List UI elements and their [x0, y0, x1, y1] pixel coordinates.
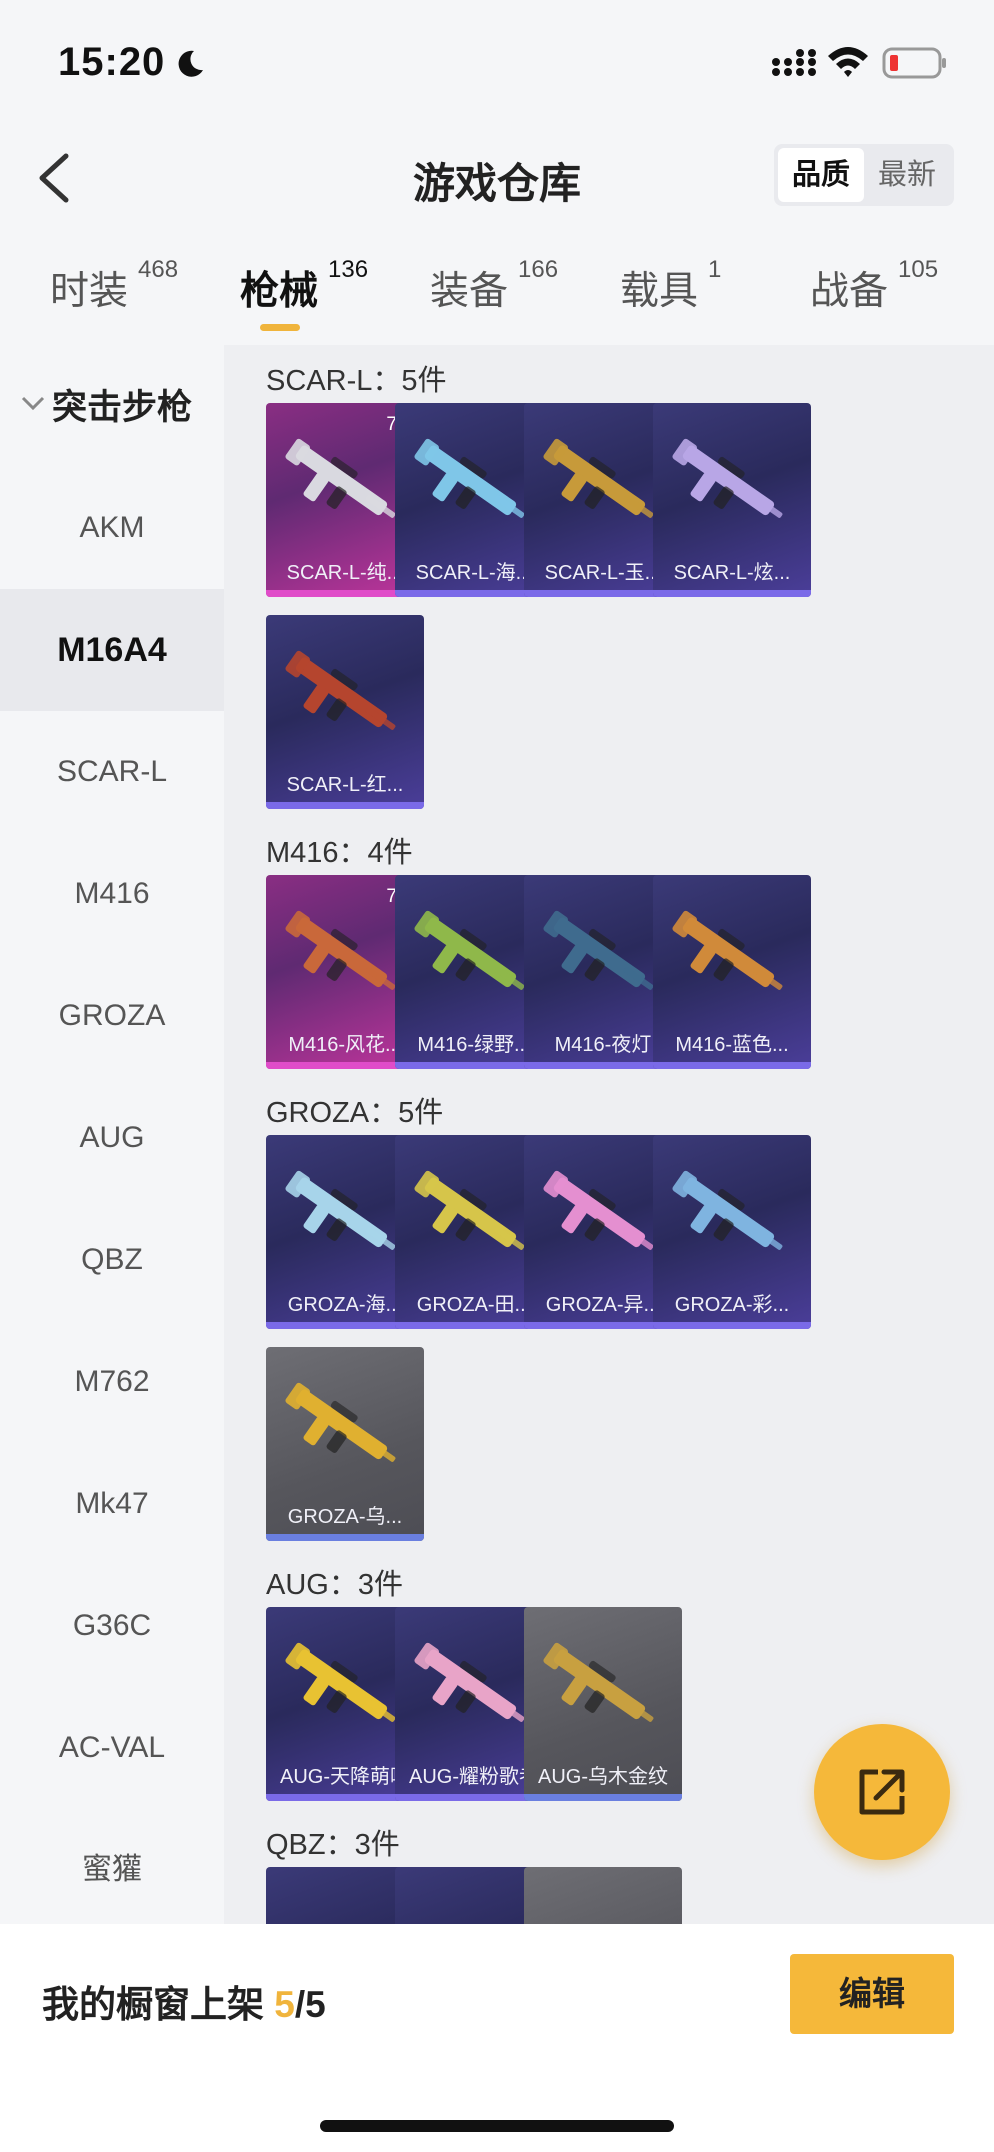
sidebar-item-qbz[interactable]: QBZ — [0, 1199, 224, 1321]
sidebar-item-m416[interactable]: M416 — [0, 833, 224, 955]
edit-button[interactable]: 编辑 — [790, 1954, 954, 2034]
sidebar-item-scar-l[interactable]: SCAR-L — [0, 711, 224, 833]
tab-count: 1 — [708, 256, 722, 283]
category-tabs: 时装 468 枪械 136 装备 166 载具 1 战备 105 — [0, 250, 994, 340]
showcase-bar: 我的橱窗上架 5/5 编辑 — [0, 1924, 994, 2152]
tab-fashion[interactable]: 时装 468 — [50, 256, 178, 330]
weapon-skin-image — [543, 910, 654, 990]
tab-vehicles[interactable]: 载具 1 — [620, 256, 721, 330]
sidebar-item-mk47[interactable]: Mk47 — [0, 1443, 224, 1565]
share-icon — [859, 1769, 905, 1815]
sidebar-item-g36c[interactable]: G36C — [0, 1565, 224, 1687]
skin-card[interactable]: GROZA-彩... — [653, 1135, 811, 1329]
weapon-skin-image — [285, 1170, 396, 1250]
status-bar: 15:20 — [0, 0, 994, 120]
weapon-skin-image — [543, 1170, 654, 1250]
quality-bar — [524, 1794, 682, 1801]
tab-label: 战备 — [810, 270, 889, 313]
skin-card[interactable]: SCAR-L-炫... — [653, 403, 811, 597]
quality-bar — [653, 1062, 811, 1069]
sidebar-item-aug[interactable]: AUG — [0, 1077, 224, 1199]
tab-count: 468 — [138, 256, 179, 283]
skin-card[interactable]: GROZA-乌... — [266, 1347, 424, 1541]
showcase-label: 我的橱窗上架 5/5 — [42, 1974, 326, 2028]
weapon-skin-image — [414, 910, 525, 990]
signal-icon — [772, 49, 816, 76]
tab-supplies[interactable]: 战备 105 — [810, 256, 938, 330]
group-title: AUG：3件 — [266, 1569, 403, 1601]
sort-toggle: 品质 最新 — [774, 144, 954, 206]
tab-count: 166 — [518, 256, 559, 283]
weapon-skin-image — [672, 1170, 783, 1250]
quality-bar — [266, 802, 424, 809]
weapon-skin-image — [285, 438, 396, 518]
showcase-current-count: 5 — [274, 1984, 295, 2025]
quality-bar — [266, 1534, 424, 1541]
skin-name: AUG-乌木金纹 — [538, 1766, 668, 1788]
tab-count: 105 — [898, 256, 939, 283]
skin-grid: SCAR-L：5件7级SCAR-L-纯...SCAR-L-海...SCAR-L-… — [224, 345, 994, 1925]
moon-icon — [178, 50, 203, 77]
share-button[interactable] — [814, 1724, 950, 1860]
group-title: QBZ：3件 — [266, 1829, 400, 1861]
weapon-skin-image — [414, 438, 525, 518]
skin-card[interactable]: M416-蓝色... — [653, 875, 811, 1069]
tab-label: 载具 — [620, 270, 699, 313]
showcase-label-text: 我的橱窗上架 — [42, 1984, 264, 2025]
wifi-icon — [828, 47, 868, 77]
weapon-skin-image — [285, 1642, 396, 1722]
weapon-skin-image — [285, 1382, 396, 1462]
skin-card[interactable]: SCAR-L-红... — [266, 615, 424, 809]
weapon-skin-image — [543, 1642, 654, 1722]
tab-equipment[interactable]: 装备 166 — [430, 256, 558, 330]
quality-bar — [653, 1322, 811, 1329]
page-header: 游戏仓库 品质 最新 — [0, 120, 994, 230]
tab-count: 136 — [328, 256, 369, 283]
group-title: SCAR-L：5件 — [266, 365, 447, 397]
skin-name: GROZA-彩... — [674, 1294, 790, 1316]
weapon-skin-image — [672, 910, 783, 990]
home-indicator[interactable] — [320, 2120, 674, 2132]
weapon-skin-image — [285, 650, 396, 730]
sidebar-item-groza[interactable]: GROZA — [0, 955, 224, 1077]
sidebar-category-label: 突击步枪 — [52, 388, 193, 427]
showcase-total-count: /5 — [294, 1984, 326, 2025]
tab-firearms[interactable]: 枪械 136 — [240, 256, 368, 330]
sidebar-item-m16a4[interactable]: M16A4 — [0, 589, 224, 711]
battery-icon — [882, 47, 946, 79]
tab-label: 枪械 — [240, 270, 319, 313]
skin-name: SCAR-L-红... — [286, 774, 404, 796]
sidebar-item-akm[interactable]: AKM — [0, 467, 224, 589]
tab-label: 时装 — [50, 270, 129, 313]
quality-bar — [653, 590, 811, 597]
sidebar-item-ac-val[interactable]: AC-VAL — [0, 1687, 224, 1809]
skin-name: M416-蓝色... — [675, 1034, 789, 1056]
sidebar-item-m762[interactable]: M762 — [0, 1321, 224, 1443]
skin-card[interactable]: AUG-乌木金纹 — [524, 1607, 682, 1801]
active-tab-underline — [260, 324, 300, 331]
tab-label: 装备 — [430, 270, 509, 313]
sidebar-item-honey-badger[interactable]: 蜜獾 — [0, 1809, 224, 1931]
sort-newest-button[interactable]: 最新 — [864, 148, 950, 202]
weapon-skin-image — [414, 1170, 525, 1250]
weapon-skin-image — [285, 910, 396, 990]
weapon-skin-image — [543, 438, 654, 518]
weapon-sidebar: 突击步枪 AKM M16A4 SCAR-L M416 GROZA AUG QBZ… — [0, 345, 224, 1925]
status-time: 15:20 — [58, 40, 166, 84]
group-title: M416：4件 — [266, 837, 413, 869]
weapon-skin-image — [672, 438, 783, 518]
weapon-skin-image — [414, 1642, 525, 1722]
group-title: GROZA：5件 — [266, 1097, 444, 1129]
skin-card[interactable] — [524, 1867, 682, 1925]
chevron-down-icon — [21, 396, 45, 411]
sort-quality-button[interactable]: 品质 — [778, 148, 864, 202]
skin-name: SCAR-L-炫... — [673, 562, 791, 584]
skin-name: GROZA-乌... — [287, 1506, 403, 1528]
